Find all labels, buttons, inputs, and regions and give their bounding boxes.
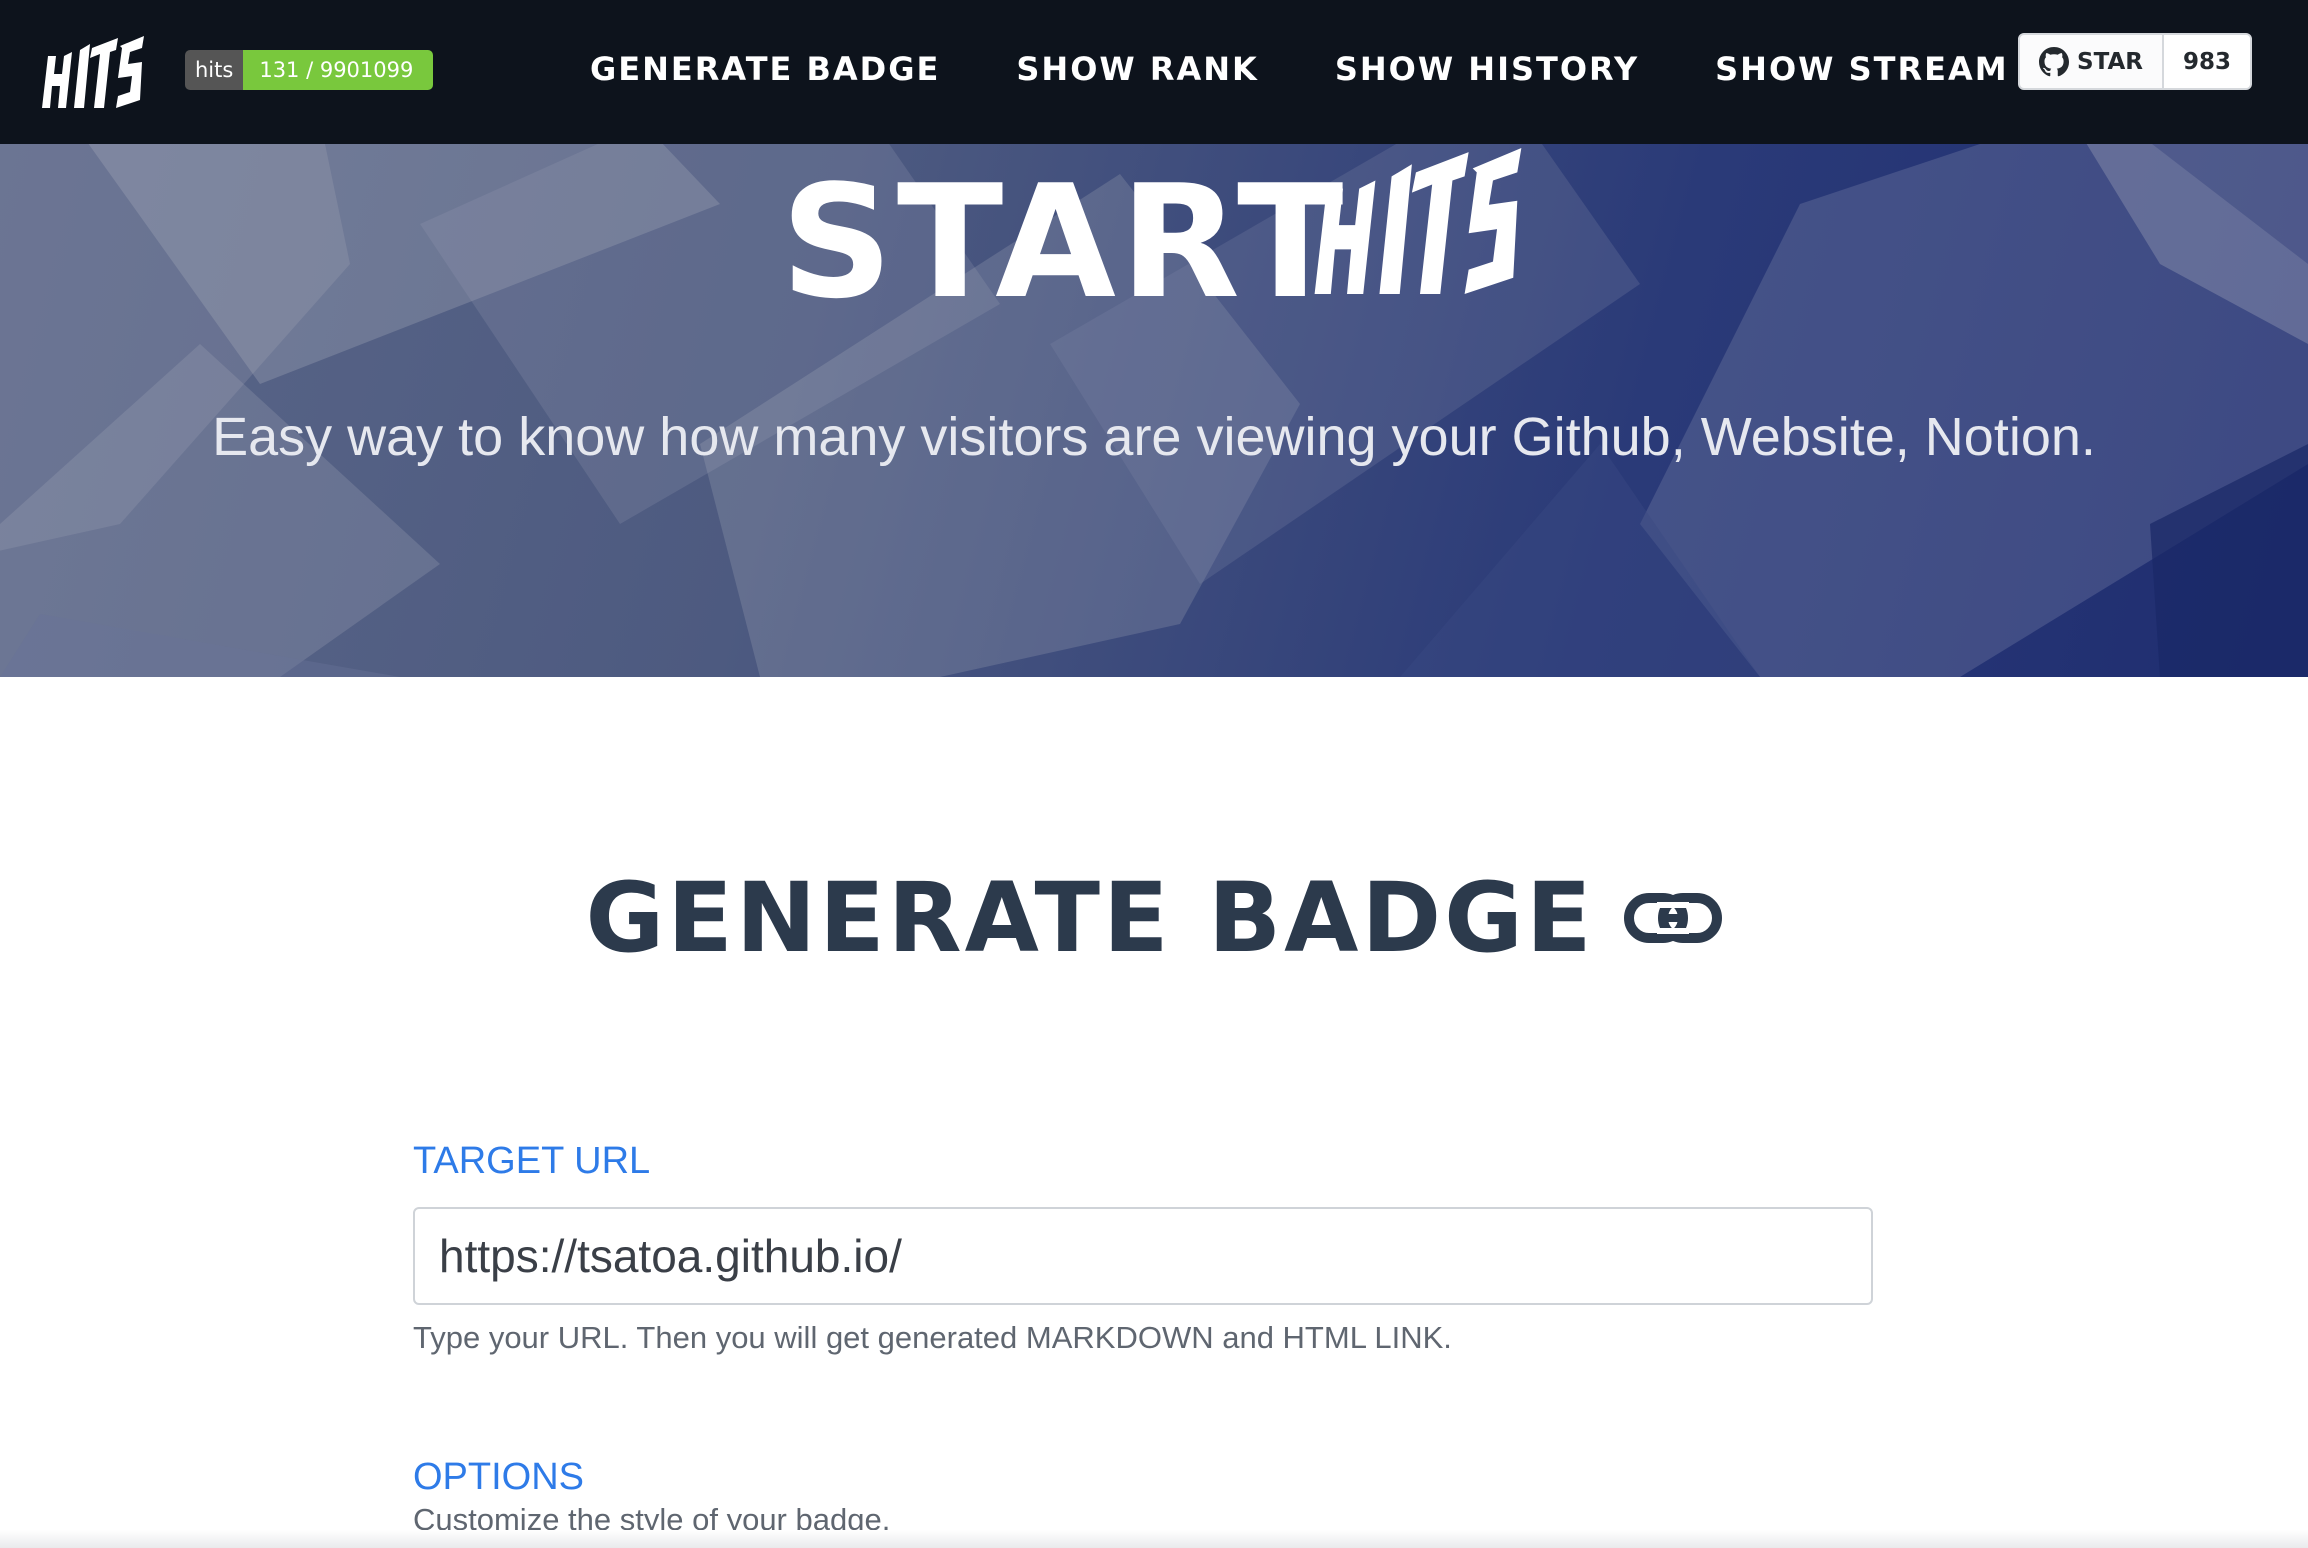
top-navbar: hits 131 / 9901099 GENERATE BADGE SHOW R… <box>0 0 2308 144</box>
hits-counter-badge[interactable]: hits 131 / 9901099 <box>185 50 434 90</box>
section-title: GENERATE BADGE <box>585 862 1595 974</box>
generate-badge-heading: GENERATE BADGE <box>0 870 2308 966</box>
nav-links: GENERATE BADGE SHOW RANK SHOW HISTORY SH… <box>590 44 2009 94</box>
hero-title-word: START <box>780 151 1348 333</box>
target-url-input[interactable] <box>413 1207 1873 1305</box>
nav-generate-badge[interactable]: GENERATE BADGE <box>590 50 940 88</box>
github-icon <box>2039 46 2069 76</box>
github-star-button[interactable]: STAR 983 <box>2018 33 2252 90</box>
github-star-label: STAR <box>2077 48 2143 75</box>
link-icon[interactable] <box>1623 888 1723 948</box>
hits-badge-label: hits <box>185 50 244 90</box>
github-star-count[interactable]: 983 <box>2164 35 2250 88</box>
hits-logo-icon[interactable] <box>42 34 146 108</box>
target-url-label: TARGET URL <box>413 1140 651 1182</box>
nav-show-stream[interactable]: SHOW STREAM <box>1715 50 2008 88</box>
options-label: OPTIONS <box>413 1456 585 1498</box>
github-star-label-part[interactable]: STAR <box>2020 35 2164 88</box>
target-url-help: Type your URL. Then you will get generat… <box>413 1320 1452 1355</box>
nav-show-rank[interactable]: SHOW RANK <box>1016 50 1258 88</box>
hits-badge-value: 131 / 9901099 <box>243 50 434 90</box>
hits-logo-large-icon <box>1314 148 1522 294</box>
bottom-edge-shadow <box>0 1530 2308 1548</box>
hero-title: START <box>0 164 2308 320</box>
hero-banner: START Easy way to know how many visitors… <box>0 144 2308 677</box>
hero-subtitle: Easy way to know how many visitors are v… <box>212 407 2096 467</box>
nav-show-history[interactable]: SHOW HISTORY <box>1335 50 1639 88</box>
